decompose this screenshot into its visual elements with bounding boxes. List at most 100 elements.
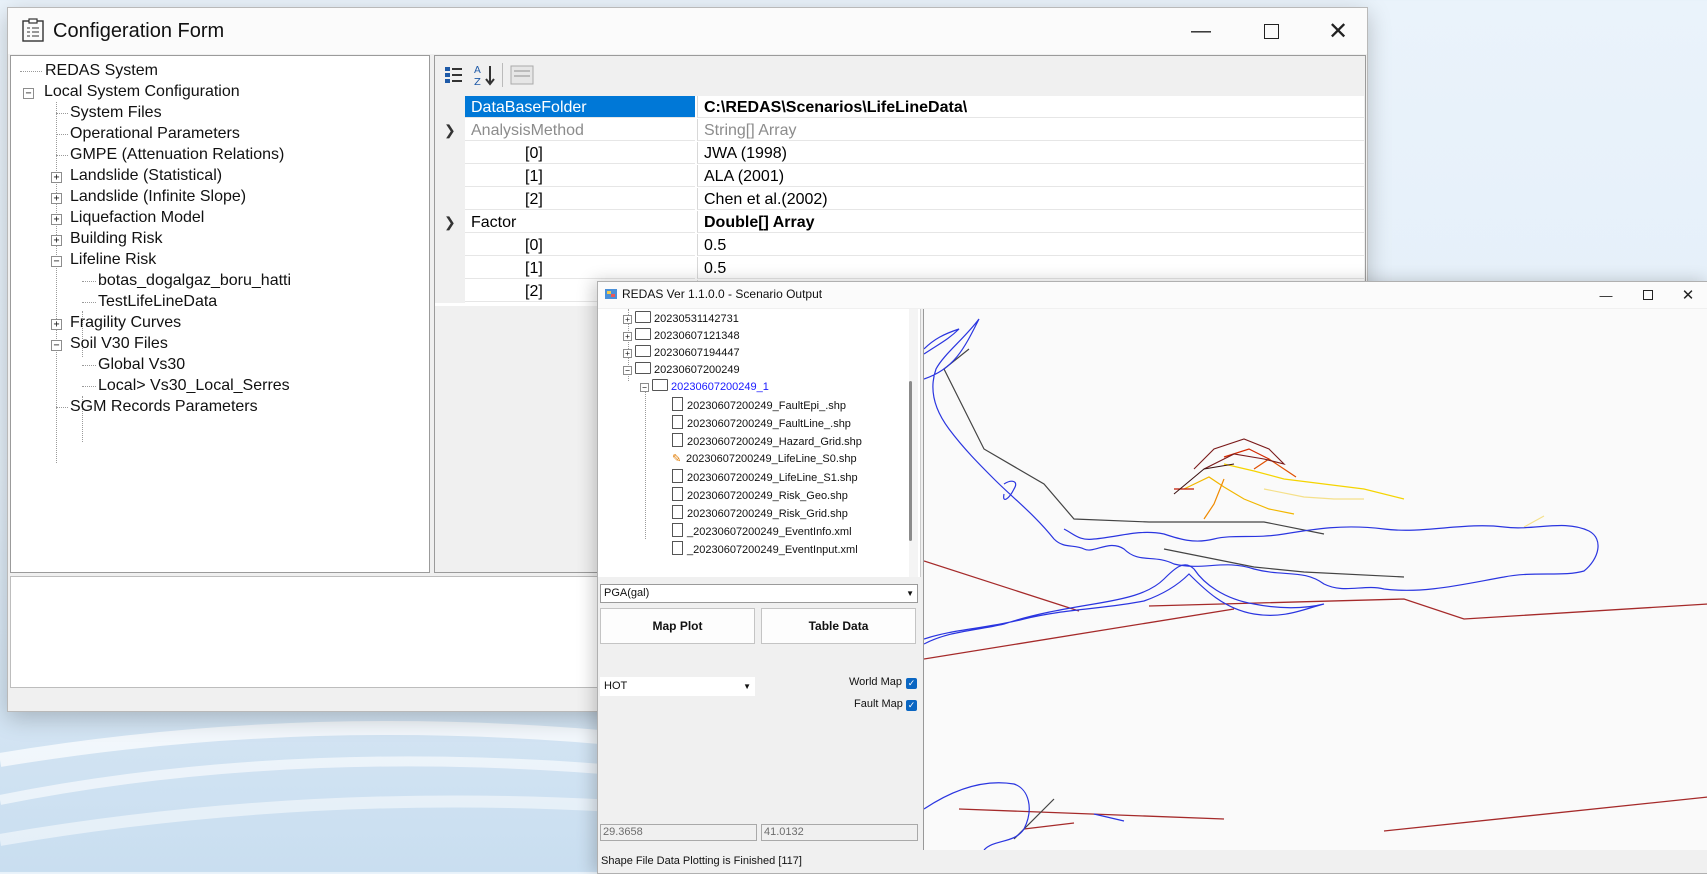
maximize-button[interactable] (1628, 282, 1668, 308)
property-pages-icon[interactable] (510, 64, 534, 86)
tree-item-global-vs30[interactable]: Global Vs30 (98, 354, 185, 376)
expand-icon[interactable]: + (51, 319, 62, 330)
tree-item-landslide-statistical[interactable]: Landslide (Statistical) (70, 165, 222, 187)
world-map-checkbox[interactable]: ✓ (906, 678, 917, 689)
svg-text:Z: Z (474, 77, 481, 87)
lifeline-risk (1223, 463, 1405, 500)
tree-file[interactable]: 20230607200249_LifeLine_S1.shp (672, 469, 858, 486)
file-icon (672, 487, 683, 501)
minimize-button[interactable]: — (1176, 8, 1226, 54)
tree-file[interactable]: 20230607200249_Risk_Geo.shp (672, 487, 848, 504)
chevron-down-icon[interactable]: ❯ (444, 211, 456, 234)
property-value[interactable]: Double[] Array (697, 211, 1364, 233)
tree-folder[interactable]: +20230607194447 (623, 345, 740, 362)
colormap-select[interactable]: HOT ▼ (600, 677, 755, 696)
maximize-button[interactable] (1246, 8, 1296, 54)
scenario-titlebar[interactable]: REDAS Ver 1.1.0.0 - Scenario Output — ✕ (598, 282, 1707, 308)
tree-folder[interactable]: +20230607121348 (623, 328, 740, 345)
collapse-icon[interactable]: − (623, 366, 632, 375)
minimize-button[interactable]: — (1586, 282, 1626, 308)
expand-icon[interactable]: + (623, 332, 632, 341)
tree-folder-selected[interactable]: −20230607200249_1 (640, 379, 769, 396)
collapse-icon[interactable]: − (640, 383, 649, 392)
lifeline-risk (1523, 515, 1545, 528)
tree-item-gmpe[interactable]: GMPE (Attenuation Relations) (70, 144, 284, 166)
scrollbar-thumb[interactable] (909, 381, 912, 541)
property-row[interactable]: [1] 0.5 (435, 257, 1364, 280)
file-icon (672, 397, 683, 411)
property-name: AnalysisMethod (465, 119, 695, 141)
categorized-view-icon[interactable] (444, 65, 466, 85)
map-canvas[interactable] (924, 309, 1707, 850)
chevron-down-icon[interactable]: ❯ (444, 119, 456, 142)
tree-item-building-risk[interactable]: Building Risk (70, 228, 162, 250)
collapse-icon[interactable]: − (51, 340, 62, 351)
tree-item-operational-parameters[interactable]: Operational Parameters (70, 123, 240, 145)
collapse-icon[interactable]: − (23, 88, 34, 99)
tree-file[interactable]: 20230607200249_FaultEpi_.shp (672, 397, 846, 414)
close-button[interactable]: ✕ (1668, 282, 1707, 308)
expand-icon[interactable]: + (51, 235, 62, 246)
map-plot-button[interactable]: Map Plot (600, 608, 755, 644)
tree-file[interactable]: ✎ 20230607200249_LifeLine_S0.shp (672, 451, 857, 468)
tree-item-local-system-configuration[interactable]: Local System Configuration (44, 81, 240, 103)
file-icon (672, 541, 683, 555)
sort-alphabetical-icon[interactable]: A Z (473, 63, 497, 87)
tree-item-liquefaction-model[interactable]: Liquefaction Model (70, 207, 204, 229)
tree-item-sgm-records-parameters[interactable]: SGM Records Parameters (70, 396, 258, 418)
config-titlebar[interactable]: Configeration Form — ✕ (8, 8, 1367, 54)
tree-item-system-files[interactable]: System Files (70, 102, 162, 124)
tree-file[interactable]: _20230607200249_EventInfo.xml (672, 523, 852, 540)
tree-item-lifeline-risk[interactable]: Lifeline Risk (70, 249, 156, 271)
tree-file[interactable]: 20230607200249_Risk_Grid.shp (672, 505, 848, 522)
maximize-icon (1263, 23, 1279, 39)
expand-icon[interactable]: + (623, 315, 632, 324)
map-view[interactable] (923, 309, 1707, 850)
file-icon (672, 433, 683, 447)
close-button[interactable]: ✕ (1313, 8, 1363, 54)
tree-file[interactable]: 20230607200249_FaultLine_.shp (672, 415, 851, 432)
tree-file[interactable]: 20230607200249_Hazard_Grid.shp (672, 433, 862, 450)
property-value[interactable]: 0.5 (697, 257, 1364, 279)
chevron-down-icon: ▼ (906, 589, 914, 598)
parameter-select[interactable]: PGA(gal) ▼ (600, 584, 918, 603)
expand-icon[interactable]: + (623, 349, 632, 358)
chevron-down-icon: ▼ (743, 682, 751, 691)
property-value[interactable]: String[] Array (697, 119, 1364, 141)
expand-icon[interactable]: + (51, 172, 62, 183)
property-value[interactable]: ALA (2001) (697, 165, 1364, 187)
tree-item-test-lifeline-data[interactable]: TestLifeLineData (98, 291, 217, 313)
fault-line (924, 560, 1080, 612)
tree-item-local-vs30[interactable]: Local> Vs30_Local_Serres (98, 375, 290, 397)
expand-icon[interactable]: + (51, 193, 62, 204)
property-row[interactable]: ❯ AnalysisMethod String[] Array (435, 119, 1364, 142)
output-tree[interactable]: +20230531142731 +20230607121348 +2023060… (598, 309, 921, 577)
tree-item-redas-system[interactable]: REDAS System (45, 60, 158, 82)
tree-file[interactable]: _20230607200249_EventInput.xml (672, 541, 858, 558)
property-row[interactable]: DataBaseFolder C:\REDAS\Scenarios\LifeLi… (435, 96, 1364, 119)
property-value[interactable]: 0.5 (697, 234, 1364, 256)
table-data-button[interactable]: Table Data (761, 608, 916, 644)
scenario-window: REDAS Ver 1.1.0.0 - Scenario Output — ✕ … (597, 281, 1707, 874)
property-value[interactable]: JWA (1998) (697, 142, 1364, 164)
expand-icon[interactable]: + (51, 214, 62, 225)
tree-folder[interactable]: −20230607200249 (623, 362, 740, 379)
longitude-field: 29.3658 (600, 824, 757, 841)
property-row[interactable]: [0] JWA (1998) (435, 142, 1364, 165)
tree-folder[interactable]: +20230531142731 (623, 311, 739, 328)
tree-item-botas-dogalgaz[interactable]: botas_dogalgaz_boru_hatti (98, 270, 291, 292)
property-value[interactable]: C:\REDAS\Scenarios\LifeLineData\ (697, 96, 1364, 118)
property-value[interactable]: Chen et al.(2002) (697, 188, 1364, 210)
property-row[interactable]: [0] 0.5 (435, 234, 1364, 257)
property-row[interactable]: ❯ Factor Double[] Array (435, 211, 1364, 234)
property-row[interactable]: [2] Chen et al.(2002) (435, 188, 1364, 211)
tree-item-soil-v30-files[interactable]: Soil V30 Files (70, 333, 168, 355)
config-tree[interactable]: REDAS System − Local System Configuratio… (10, 55, 430, 573)
tree-item-fragility-curves[interactable]: Fragility Curves (70, 312, 181, 334)
collapse-icon[interactable]: − (51, 256, 62, 267)
fault-map-label: Fault Map (854, 698, 903, 710)
world-map-label: World Map (849, 676, 902, 688)
tree-item-landslide-infinite-slope[interactable]: Landslide (Infinite Slope) (70, 186, 246, 208)
fault-map-checkbox[interactable]: ✓ (906, 700, 917, 711)
property-row[interactable]: [1] ALA (2001) (435, 165, 1364, 188)
